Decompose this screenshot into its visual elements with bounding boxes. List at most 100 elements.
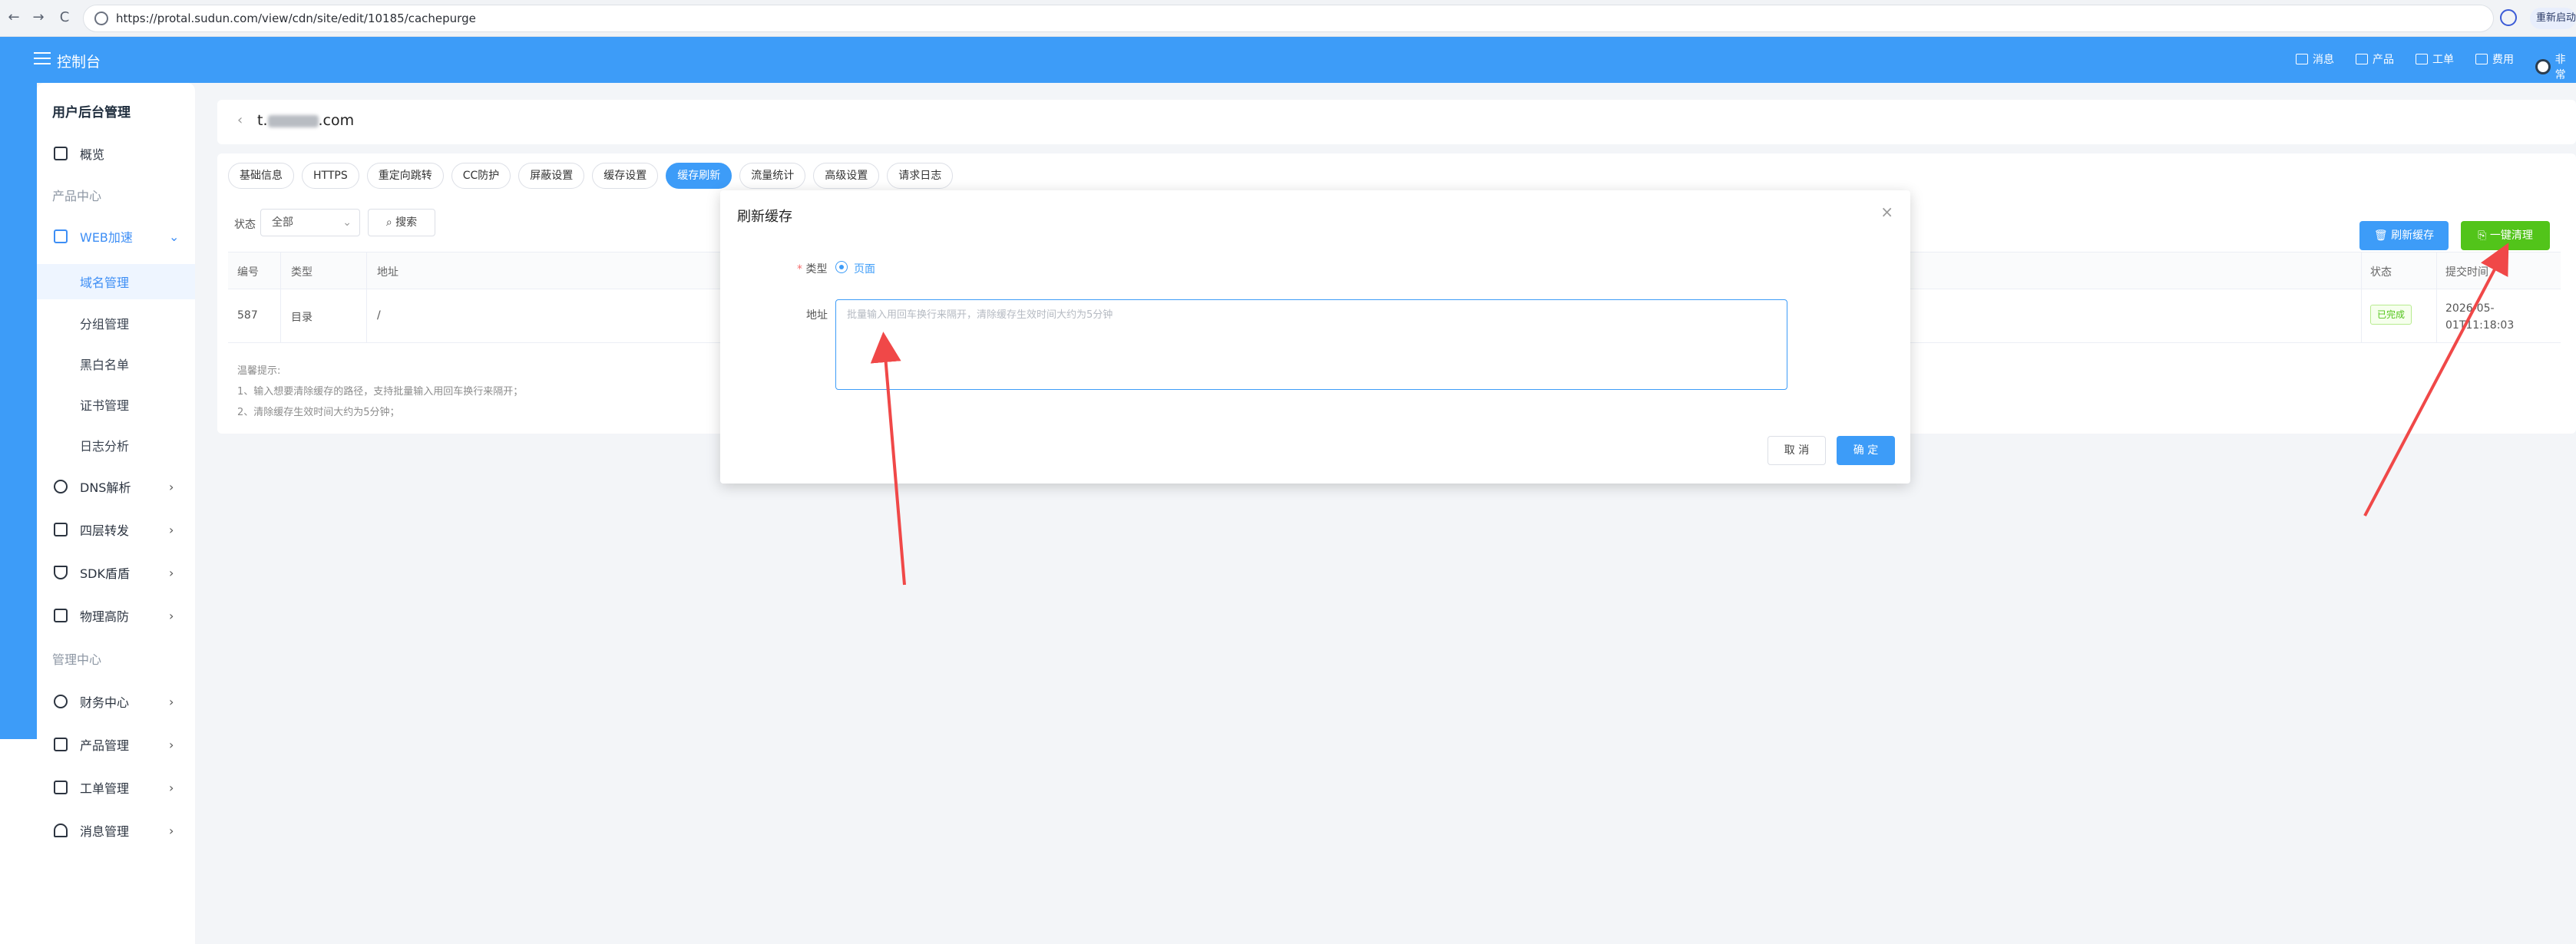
sidebar-item-blackwhite-list[interactable]: 黑白名单: [37, 346, 195, 381]
sidebar-item-sdk-shield[interactable]: SDK盾盾 ›: [37, 554, 195, 591]
sidebar-item-ticket-mgmt[interactable]: 工单管理 ›: [37, 769, 195, 806]
address-bar[interactable]: https://protal.sudun.com/view/cdn/site/e…: [83, 5, 2494, 32]
sidebar-item-finance[interactable]: 财务中心 ›: [37, 683, 195, 720]
chevron-right-icon: ›: [169, 522, 174, 537]
forward-icon[interactable]: →: [29, 8, 48, 28]
col-type: 类型: [291, 266, 312, 279]
tab-cache-refresh[interactable]: 缓存刷新: [666, 163, 732, 189]
address-textarea[interactable]: [835, 299, 1787, 390]
refresh-cache-button[interactable]: 🗑 刷新缓存: [2359, 221, 2449, 250]
sidebar-item-dns[interactable]: DNS解析 ›: [37, 468, 195, 505]
header-messages[interactable]: 消息: [2296, 51, 2334, 67]
tab-basic-info[interactable]: 基础信息: [228, 163, 294, 189]
box-icon: [2356, 54, 2368, 64]
sidebar-item-label: 分组管理: [80, 317, 130, 332]
chevron-down-icon: ⌄: [169, 229, 180, 244]
status-select-value: 全部: [272, 216, 293, 229]
search-button[interactable]: ⌕ 搜索: [368, 209, 435, 236]
tab-request-log[interactable]: 请求日志: [887, 163, 954, 189]
sidebar-item-log-analysis[interactable]: 日志分析: [37, 427, 195, 463]
sidebar-title: 用户后台管理: [52, 105, 131, 120]
sidebar-item-label: 证书管理: [80, 398, 130, 413]
tab-https[interactable]: HTTPS: [302, 163, 359, 189]
tab-advanced[interactable]: 高级设置: [813, 163, 880, 189]
chevron-right-icon: ›: [169, 565, 174, 580]
chevron-down-icon: ⌄: [342, 216, 352, 229]
sidebar-item-domain-mgmt[interactable]: 域名管理: [37, 264, 195, 299]
purge-all-button[interactable]: ⎘ 一键清理: [2461, 221, 2550, 250]
sidebar-item-label: DNS解析: [80, 480, 131, 495]
tab-redirect[interactable]: 重定向跳转: [366, 163, 444, 189]
sidebar-item-web-accel[interactable]: WEB加速 ⌄: [37, 218, 195, 255]
col-time: 提交时间: [2445, 266, 2488, 279]
sidebar-backdrop: [0, 83, 37, 739]
domain-name: t. .com: [257, 112, 354, 129]
send-icon: [54, 229, 68, 243]
back-icon[interactable]: ‹: [237, 112, 243, 128]
col-id: 编号: [237, 266, 259, 279]
sidebar-item-physical-defense[interactable]: 物理高防 ›: [37, 597, 195, 634]
header-user[interactable]: 非常: [2535, 51, 2576, 82]
url-text: https://protal.sudun.com/view/cdn/site/e…: [116, 12, 476, 25]
profile-icon[interactable]: [2500, 9, 2517, 26]
cancel-button[interactable]: 取 消: [1767, 436, 1826, 465]
dialog-title: 刷新缓存: [737, 209, 792, 225]
document-icon: [54, 781, 68, 794]
address-label: 地址: [806, 309, 828, 322]
sidebar: 用户后台管理 概览 产品中心 WEB加速 ⌄ 域名管理 分组管理 黑白名单 证书…: [37, 83, 195, 944]
sidebar-item-group-mgmt[interactable]: 分组管理: [37, 305, 195, 341]
cubes-icon: [54, 738, 68, 751]
restart-badge[interactable]: 重新启动: [2530, 8, 2576, 29]
col-status: 状态: [2370, 266, 2392, 279]
sidebar-item-l4-forward[interactable]: 四层转发 ›: [37, 511, 195, 548]
sidebar-item-message-mgmt[interactable]: 消息管理 ›: [37, 812, 195, 849]
sidebar-item-cert-mgmt[interactable]: 证书管理: [37, 387, 195, 422]
type-label-text: 类型: [805, 263, 828, 276]
site-info-icon[interactable]: [94, 12, 108, 25]
header-products-label: 产品: [2373, 54, 2394, 66]
reload-icon[interactable]: C: [55, 8, 74, 28]
close-icon[interactable]: ×: [1880, 203, 1893, 221]
domain-suffix: .com: [318, 112, 355, 129]
row-type: 目录: [291, 312, 312, 324]
chevron-right-icon: ›: [169, 780, 174, 795]
domain-prefix: t.: [257, 112, 268, 129]
chevron-right-icon: ›: [169, 823, 174, 838]
sidebar-item-overview[interactable]: 概览: [37, 135, 195, 172]
tips-line: 2、清除缓存生效时间大约为5分钟；: [237, 407, 400, 418]
tab-cc-protect[interactable]: CC防护: [451, 163, 511, 189]
tab-cache-settings[interactable]: 缓存设置: [592, 163, 659, 189]
column-divider: [2361, 253, 2362, 343]
header-tickets[interactable]: 工单: [2416, 51, 2454, 67]
tab-traffic-stats[interactable]: 流量统计: [739, 163, 806, 189]
type-label: * 类型: [797, 261, 827, 276]
sidebar-item-label: 消息管理: [80, 824, 130, 839]
chevron-right-icon: ›: [169, 737, 174, 752]
avatar: [2535, 59, 2551, 74]
tips: 温馨提示: 1、输入想要清除缓存的路径，支持批量输入用回车换行来隔开； 2、清除…: [237, 361, 523, 423]
row-id: 587: [237, 309, 258, 322]
header-user-label: 非常: [2555, 54, 2566, 81]
tab-block-settings[interactable]: 屏蔽设置: [518, 163, 585, 189]
type-radio-page[interactable]: [835, 261, 848, 273]
back-icon[interactable]: ←: [5, 8, 23, 28]
sidebar-item-product-mgmt[interactable]: 产品管理 ›: [37, 726, 195, 763]
status-select[interactable]: 全部 ⌄: [260, 209, 360, 236]
console-title[interactable]: 控制台: [57, 51, 101, 71]
globe-icon: [54, 480, 68, 493]
header-products[interactable]: 产品: [2356, 51, 2394, 67]
chevron-right-icon: ›: [169, 694, 174, 709]
col-addr: 地址: [377, 266, 398, 279]
header-billing[interactable]: 费用: [2475, 51, 2514, 67]
mail-icon: [2296, 54, 2308, 64]
chevron-right-icon: ›: [169, 608, 174, 623]
coin-icon: [54, 695, 68, 708]
menu-icon[interactable]: [34, 52, 51, 66]
sidebar-item-label: 日志分析: [80, 439, 130, 454]
bell-icon: [54, 824, 68, 837]
type-radio-label[interactable]: 页面: [854, 261, 875, 276]
column-divider: [366, 253, 367, 343]
status-badge: 已完成: [2370, 305, 2412, 325]
sidebar-section-product: 产品中心: [52, 189, 102, 203]
confirm-button[interactable]: 确 定: [1837, 436, 1895, 465]
